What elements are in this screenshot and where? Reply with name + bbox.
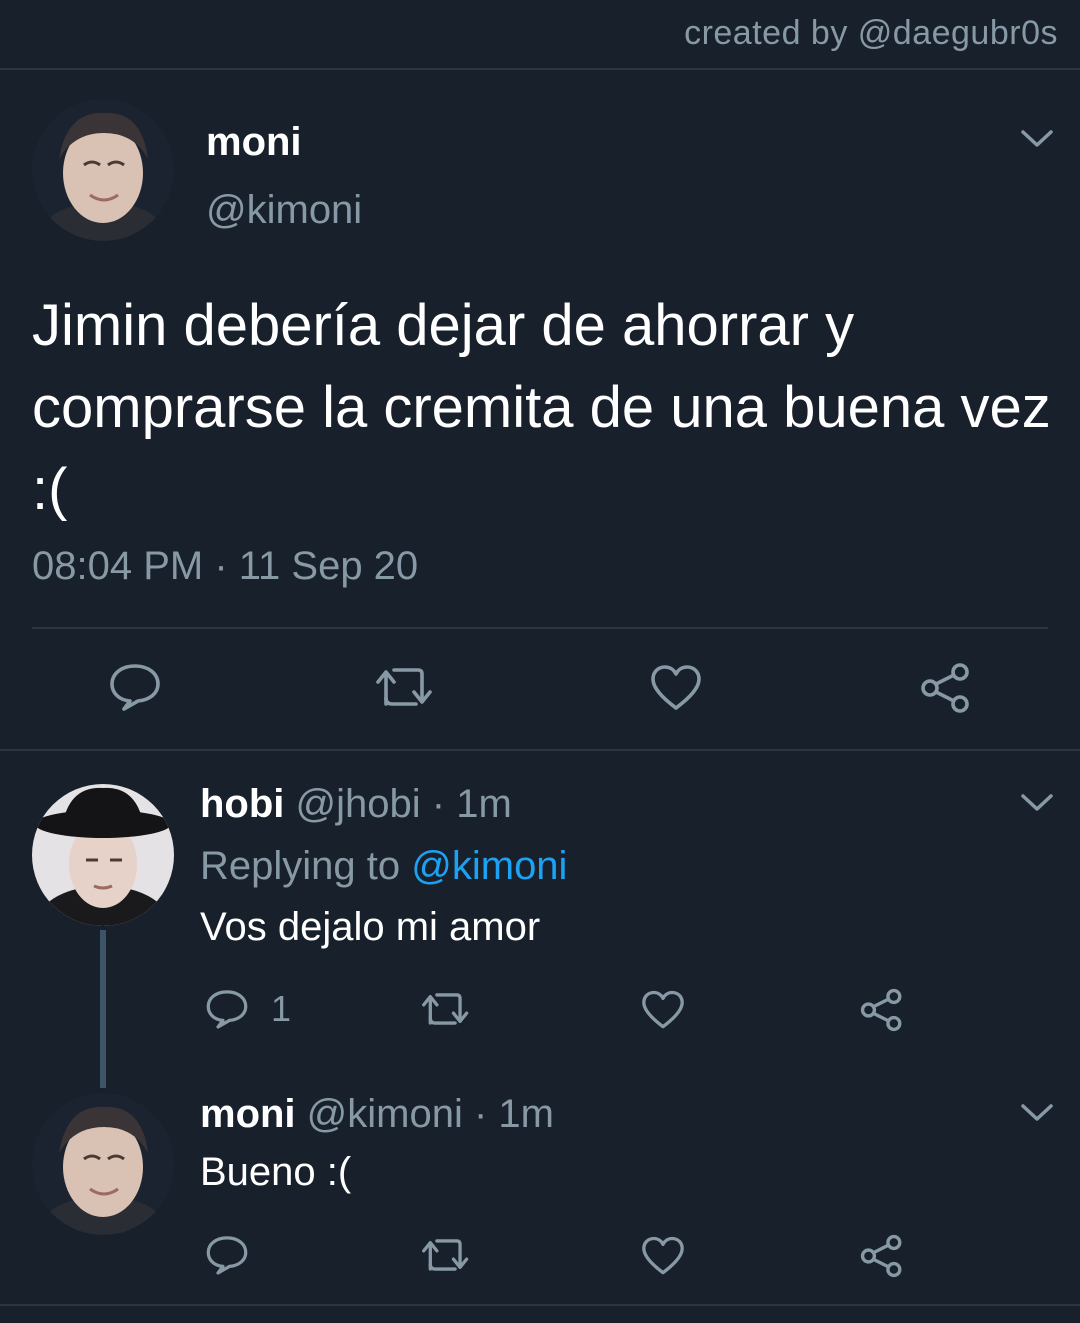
reply-icon — [110, 664, 160, 711]
heart-icon — [651, 665, 701, 710]
reply-button[interactable]: 1 — [205, 988, 291, 1030]
tweet-text: Jimin debería dejar de ahorrar y comprar… — [32, 293, 1051, 522]
share-icon — [921, 663, 969, 713]
author-handle[interactable]: @kimoni — [206, 188, 362, 233]
user-avatar-icon — [32, 1093, 174, 1235]
reply-text: Bueno :( — [200, 1150, 352, 1194]
replying-to-link[interactable]: @kimoni — [411, 844, 567, 888]
header-divider — [0, 68, 1080, 70]
chevron-down-icon[interactable] — [1020, 792, 1054, 814]
credit-text: created by @daegubr0s — [684, 14, 1058, 52]
reply-header: moni @kimoni · 1m — [200, 1092, 554, 1137]
avatar[interactable] — [32, 784, 174, 926]
retweet-icon — [422, 993, 469, 1025]
share-button[interactable] — [860, 988, 904, 1032]
like-button[interactable] — [641, 990, 685, 1030]
share-button[interactable] — [860, 1234, 904, 1278]
reply-time: · 1m — [474, 1092, 554, 1136]
tweet-timestamp: 08:04 PM · 11 Sep 20 — [32, 544, 419, 588]
author-name[interactable]: moni — [200, 1092, 296, 1136]
reply-text: Vos dejalo mi amor — [200, 905, 541, 949]
user-avatar-icon — [32, 99, 174, 241]
thread-connector — [100, 930, 106, 1088]
retweet-button[interactable] — [420, 990, 472, 1028]
retweet-icon — [422, 1239, 469, 1271]
reply-header: hobi @jhobi · 1m — [200, 782, 512, 827]
like-button[interactable] — [650, 664, 702, 712]
author-handle[interactable]: @kimoni — [307, 1092, 463, 1136]
like-button[interactable] — [641, 1236, 685, 1276]
retweet-button[interactable] — [374, 664, 436, 710]
tweet-divider — [32, 627, 1048, 629]
replying-to: Replying to @kimoni — [200, 844, 567, 889]
share-icon — [860, 1234, 902, 1278]
reply-time: · 1m — [431, 782, 512, 826]
reply-icon — [206, 1236, 248, 1275]
reply-icon — [206, 990, 248, 1029]
share-icon — [860, 988, 902, 1032]
chevron-down-icon[interactable] — [1020, 128, 1054, 150]
reply-count: 1 — [271, 988, 292, 1029]
heart-icon — [642, 990, 684, 1029]
section-divider — [0, 749, 1080, 751]
bottom-divider — [0, 1304, 1080, 1306]
share-button[interactable] — [920, 662, 972, 714]
heart-icon — [642, 1236, 684, 1275]
author-name[interactable]: hobi — [200, 782, 284, 826]
author-name[interactable]: moni — [206, 120, 302, 165]
reply-button[interactable] — [108, 662, 162, 712]
retweet-icon — [376, 668, 432, 706]
replying-prefix: Replying to — [200, 844, 401, 888]
retweet-button[interactable] — [420, 1236, 472, 1274]
avatar[interactable] — [32, 1093, 174, 1235]
avatar[interactable] — [32, 99, 174, 241]
user-avatar-icon — [32, 784, 174, 926]
author-handle[interactable]: @jhobi — [296, 782, 421, 826]
chevron-down-icon[interactable] — [1020, 1102, 1054, 1124]
reply-button[interactable] — [205, 1234, 249, 1276]
